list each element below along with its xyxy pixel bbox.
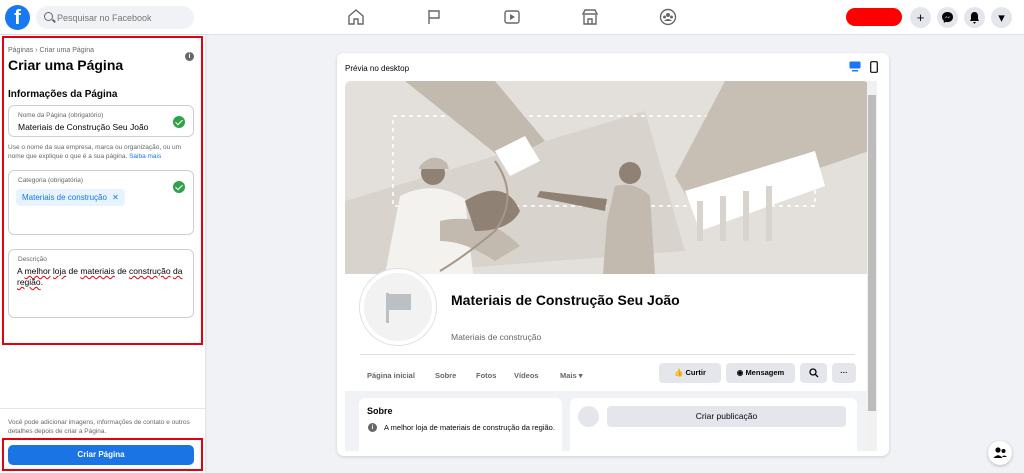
video-icon[interactable] <box>502 7 522 27</box>
desktop-preview-card: Prévia no desktop Materiais de Construçã… <box>337 53 889 456</box>
about-title: Sobre <box>367 406 393 416</box>
message-button[interactable]: ◉ Mensagem <box>726 363 795 383</box>
highlight-box-button <box>2 438 203 471</box>
divider <box>0 408 205 409</box>
preview-scrollbar[interactable] <box>867 81 877 451</box>
about-text: A melhor loja de materiais de construção… <box>384 423 555 432</box>
search-icon <box>44 12 53 21</box>
search-input[interactable] <box>57 6 187 29</box>
create-post-button[interactable]: Criar publicação <box>607 406 846 427</box>
bottom-note: Você pode adicionar imagens, informações… <box>8 419 190 435</box>
marketplace-icon[interactable] <box>580 7 600 27</box>
preview-page-name: Materiais de Construção Seu João <box>451 292 680 308</box>
flag-placeholder-icon <box>386 293 411 323</box>
tab-photos[interactable]: Fotos <box>476 371 496 380</box>
about-card: Sobre i A melhor loja de materiais de co… <box>359 398 562 451</box>
search-button[interactable] <box>800 363 827 383</box>
profile-picture[interactable] <box>360 269 436 345</box>
desktop-icon[interactable] <box>849 61 861 72</box>
tab-videos[interactable]: Vídeos <box>514 371 539 380</box>
mobile-icon[interactable] <box>870 61 878 73</box>
flag-icon[interactable] <box>424 7 444 27</box>
more-options-button[interactable]: ··· <box>832 363 856 383</box>
page-feed: Sobre i A melhor loja de materiais de co… <box>345 391 869 451</box>
search-icon <box>808 368 818 378</box>
plus-icon[interactable]: + <box>910 7 931 28</box>
contacts-button[interactable] <box>988 441 1012 465</box>
tab-home[interactable]: Página inicial <box>367 371 415 380</box>
preview-page-category: Materiais de construção <box>451 332 542 342</box>
page-preview: Materiais de Construção Seu João Materia… <box>345 81 869 451</box>
home-icon[interactable] <box>346 7 366 27</box>
notifications-icon[interactable] <box>964 7 985 28</box>
more-icon: ··· <box>840 368 848 377</box>
people-icon <box>993 447 1007 458</box>
scrollbar-thumb[interactable] <box>868 95 876 411</box>
create-post-card: Criar publicação <box>570 398 857 451</box>
info-icon: i <box>368 423 377 432</box>
groups-icon[interactable] <box>658 7 678 27</box>
cover-illustration <box>345 81 869 274</box>
tab-about[interactable]: Sobre <box>435 371 456 380</box>
messenger-icon[interactable] <box>937 7 958 28</box>
divider <box>360 354 855 355</box>
avatar <box>578 406 599 427</box>
messenger-icon: ◉ <box>736 368 744 377</box>
tab-more[interactable]: Mais ▾ <box>560 371 583 380</box>
chevron-down-icon[interactable]: ▾ <box>991 7 1012 28</box>
top-navigation-bar: f + ▾ <box>0 0 1024 35</box>
profile-pill-redacted[interactable] <box>846 8 902 26</box>
like-button[interactable]: 👍 Curtir <box>659 363 721 383</box>
like-icon: 👍 <box>674 368 684 377</box>
facebook-logo[interactable]: f <box>5 5 30 30</box>
search-box[interactable] <box>36 6 194 29</box>
highlight-box-form <box>2 36 203 345</box>
preview-title: Prévia no desktop <box>345 64 410 73</box>
